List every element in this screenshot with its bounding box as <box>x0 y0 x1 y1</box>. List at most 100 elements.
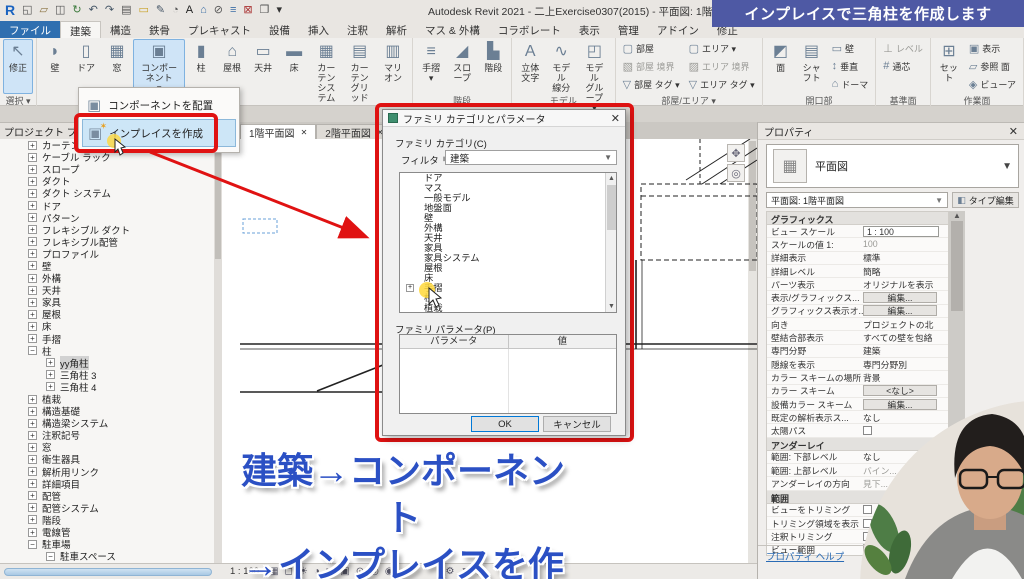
value-button[interactable]: 編集... <box>863 399 937 410</box>
ribbon-button-ceiling-icon[interactable]: ▭天井 <box>248 39 278 94</box>
expand-icon[interactable]: + <box>28 455 37 464</box>
ribbon-button-stair-icon[interactable]: ▙階段 <box>478 39 508 94</box>
ribbon-tab-アドイン[interactable]: アドイン <box>648 21 708 38</box>
ribbon-button-door-icon[interactable]: ▯ドア <box>71 39 101 94</box>
ribbon-button-area-tag-icon[interactable]: ▽エリア タグ ▾ <box>685 75 759 93</box>
tree-item-衛生器具[interactable]: +衛生器具 <box>0 453 214 465</box>
ribbon-tab-解析[interactable]: 解析 <box>377 21 416 38</box>
tree-item-家具[interactable]: +家具 <box>0 296 214 308</box>
expand-icon[interactable]: + <box>46 358 55 367</box>
aligned-dimension-icon[interactable]: ✎ <box>156 0 165 21</box>
property-value[interactable]: 1 : 100 <box>863 226 948 237</box>
section-header-グラフィックス[interactable]: グラフィックス <box>767 212 948 225</box>
apply-button[interactable]: 適用 <box>898 549 956 563</box>
tree-item-階段[interactable]: +階段 <box>0 514 214 526</box>
ribbon-button-modify-cursor-icon[interactable]: ↖修正 <box>3 39 33 94</box>
ribbon-button-curtain-grid-icon[interactable]: ▤カーテン グリッド <box>344 39 376 94</box>
tree-item-駐車スペース[interactable]: −駐車スペース <box>0 550 214 562</box>
expand-icon[interactable]: + <box>28 467 37 476</box>
property-value[interactable]: <なし> <box>863 385 948 396</box>
property-value[interactable] <box>863 519 948 528</box>
property-value[interactable]: なし <box>863 411 948 424</box>
category-item-一般モデル[interactable]: 一般モデル <box>400 193 616 203</box>
redo-icon[interactable]: ↷ <box>105 0 114 21</box>
value-button[interactable]: 編集... <box>863 305 937 316</box>
tree-item-外構[interactable]: +外構 <box>0 272 214 284</box>
checkbox[interactable] <box>863 505 872 514</box>
category-item-マス[interactable]: マス <box>400 183 616 193</box>
cancel-button[interactable]: キャンセル <box>543 416 611 432</box>
ribbon-button-viewer-icon[interactable]: ◈ビューア <box>965 75 1020 93</box>
expand-icon[interactable]: + <box>28 274 37 283</box>
filter-list-select[interactable]: 建築 ▼ <box>445 150 617 165</box>
ribbon-button-reference-plane-icon[interactable]: ▱参照 面 <box>965 57 1020 75</box>
category-item-ドア[interactable]: ドア <box>400 173 616 183</box>
expand-icon[interactable]: + <box>28 237 37 246</box>
property-value[interactable] <box>863 426 948 435</box>
ribbon-button-wall-opening-icon[interactable]: ▭壁 <box>828 39 873 57</box>
ribbon-tab-注釈[interactable]: 注釈 <box>338 21 377 38</box>
property-value[interactable]: バイン... <box>863 464 948 477</box>
tree-item-三角柱 3[interactable]: +三角柱 3 <box>0 369 214 381</box>
ribbon-button-set-workplane-icon[interactable]: ⊞セット <box>934 39 964 94</box>
edit-type-button[interactable]: ◧ タイプ編集 <box>952 192 1019 208</box>
category-item-植栽[interactable]: 植栽 <box>400 303 616 313</box>
expand-icon[interactable]: + <box>46 370 55 379</box>
expand-icon[interactable]: + <box>28 261 37 270</box>
undo-icon[interactable]: ↶ <box>89 0 98 21</box>
tree-item-床[interactable]: +床 <box>0 320 214 332</box>
ribbon-button-shaft-icon[interactable]: ▤シャフト <box>797 39 827 94</box>
selection-filter[interactable]: 平面図: 1階平面図 ▼ <box>766 192 948 208</box>
ribbon-button-mullion-icon[interactable]: ▥マリオン <box>377 39 409 94</box>
browser-scrollbar[interactable] <box>214 139 222 563</box>
text-icon[interactable]: A <box>186 0 193 21</box>
checkbox[interactable] <box>863 426 872 435</box>
ribbon-button-show-workplane-icon[interactable]: ▣表示 <box>965 39 1020 57</box>
property-value[interactable]: 編集... <box>863 292 948 303</box>
category-item-家具[interactable]: 家具 <box>400 243 616 253</box>
ribbon-tab-挿入[interactable]: 挿入 <box>299 21 338 38</box>
expand-icon[interactable]: + <box>406 284 414 292</box>
menu-item-インプレイスを作成[interactable]: ▣✶インプレイスを作成 <box>82 119 236 147</box>
property-value[interactable]: すべての壁を包絡 <box>863 331 948 344</box>
property-value[interactable]: 建築 <box>863 344 948 357</box>
tree-item-天井[interactable]: +天井 <box>0 284 214 296</box>
value-input[interactable]: 1 : 100 <box>863 226 939 237</box>
expand-icon[interactable]: + <box>28 165 37 174</box>
close-icon[interactable]: ✕ <box>301 128 308 137</box>
expand-icon[interactable]: + <box>28 407 37 416</box>
expand-icon[interactable]: + <box>28 395 37 404</box>
tag-icon[interactable]: ◔ <box>172 0 179 21</box>
measure-icon[interactable]: ▭ <box>138 0 148 21</box>
menu-item-コンポーネントを配置[interactable]: ▣コンポーネントを配置 <box>82 91 236 119</box>
expand-icon[interactable]: + <box>28 153 37 162</box>
expand-icon[interactable]: + <box>28 177 37 186</box>
category-item-床[interactable]: 床 <box>400 273 616 283</box>
chevron-down-icon[interactable]: ▼ <box>1002 161 1012 172</box>
expand-icon[interactable]: + <box>28 298 37 307</box>
category-item-壁[interactable]: 壁 <box>400 213 616 223</box>
properties-help-link[interactable]: プロパティ ヘルプ <box>766 549 844 563</box>
category-item-家具システム[interactable]: 家具システム <box>400 253 616 263</box>
section-header-アンダーレイ[interactable]: アンダーレイ <box>767 438 948 451</box>
tree-item-電線管[interactable]: +電線管 <box>0 526 214 538</box>
property-value[interactable] <box>863 505 948 514</box>
tree-item-プロファイル[interactable]: +プロファイル <box>0 248 214 260</box>
ribbon-button-model-text-icon[interactable]: A立体 文字 <box>515 39 545 94</box>
category-item-外構[interactable]: 外構 <box>400 223 616 233</box>
properties-close-icon[interactable]: ✕ <box>1009 125 1018 138</box>
sync-icon[interactable]: ↻ <box>72 0 81 21</box>
print-icon[interactable]: ▤ <box>121 0 131 21</box>
ribbon-button-opening-by-face-icon[interactable]: ◩面 <box>766 39 796 94</box>
ribbon-tab-表示[interactable]: 表示 <box>570 21 609 38</box>
collapse-icon[interactable]: − <box>28 346 37 355</box>
ribbon-tab-構造[interactable]: 構造 <box>101 21 140 38</box>
steering-wheel-icon[interactable]: ✥ <box>727 144 745 162</box>
ribbon-button-floor-icon[interactable]: ▬床 <box>279 39 309 94</box>
property-value[interactable]: 編集... <box>863 305 948 316</box>
tree-item-屋根[interactable]: +屋根 <box>0 308 214 320</box>
property-value[interactable]: 専門分野別 <box>863 358 948 371</box>
thin-lines-icon[interactable]: ≡ <box>230 0 236 21</box>
expand-icon[interactable]: + <box>28 479 37 488</box>
tree-item-壁[interactable]: +壁 <box>0 260 214 272</box>
